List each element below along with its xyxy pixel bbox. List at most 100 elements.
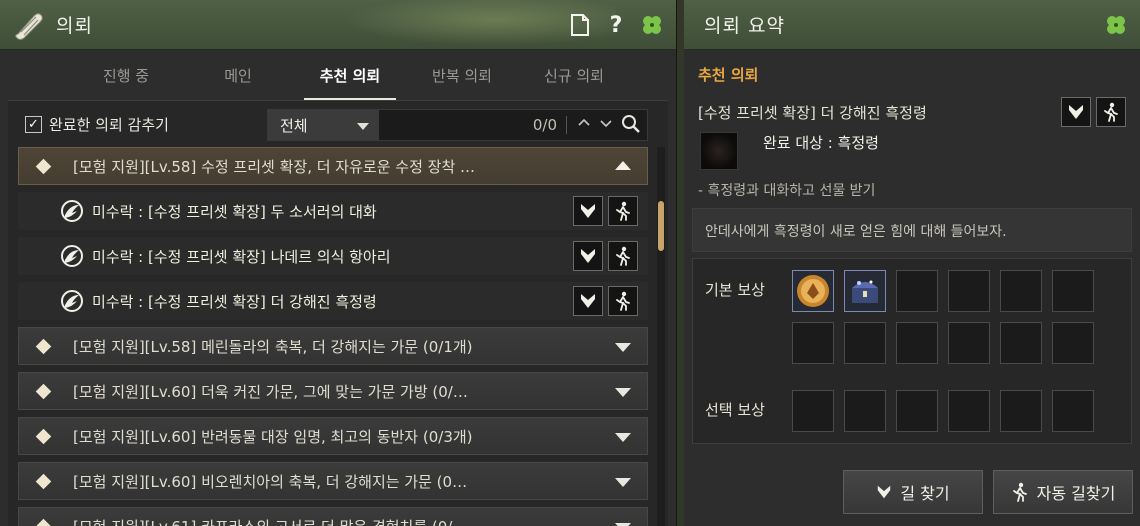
auto-walk-icon[interactable]: [1096, 97, 1126, 127]
quest-group-header[interactable]: [모험 지원][Lv.58] 수정 프리셋 확장, 더 자유로운 수정 장착 …: [18, 147, 648, 185]
expand-icon[interactable]: [615, 388, 631, 397]
caret-down-icon: [357, 123, 369, 130]
treasure-chest-icon[interactable]: [844, 270, 886, 312]
tab-in-progress[interactable]: 진행 중: [70, 50, 182, 100]
waypoint-icon[interactable]: [573, 241, 603, 271]
description-text: 안데사에게 흑정령이 새로 얻은 힘에 대해 들어보자.: [705, 224, 1007, 240]
tab-main[interactable]: 메인: [182, 50, 294, 100]
expand-icon[interactable]: [615, 478, 631, 487]
clover-icon[interactable]: [640, 12, 664, 38]
category-dropdown[interactable]: 전체: [268, 110, 379, 140]
diamond-icon: [35, 383, 52, 399]
reward-slot: [948, 270, 990, 312]
quest-summary-window: 의뢰 요약 추천 의뢰 [수정 프리셋 확장] 더 강해진 흑정령 완료 대상 …: [684, 0, 1140, 526]
quest-group-header[interactable]: [모험 지원][Lv.60] 반려동물 대장 임명, 최고의 동반자 (0/3개…: [18, 417, 648, 455]
divider: [566, 116, 567, 134]
quest-window: 의뢰 ? 진행 중 메인 추천 의뢰 반복 의뢰 신규 의뢰 ✓ 완료한 의뢰 …: [0, 0, 677, 526]
diamond-icon: [35, 158, 52, 174]
reward-slot: [896, 322, 938, 364]
waypoint-icon[interactable]: [1061, 97, 1091, 127]
sub-quest-item[interactable]: 미수락 : [수정 프리셋 확장] 두 소서러의 대화: [18, 192, 648, 230]
quest-description: 안데사에게 흑정령이 새로 얻은 힘에 대해 들어보자.: [692, 208, 1132, 252]
gold-medal-icon[interactable]: [792, 270, 834, 312]
reward-slot: [1052, 270, 1094, 312]
quest-list-panel: ✓ 완료한 의뢰 감추기 전체 0/0 [모험 지원][Lv.58] 수정 프리…: [8, 100, 668, 526]
waypoint-icon[interactable]: [573, 196, 603, 226]
quest-group-title: [모험 지원][Lv.60] 비오렌치아의 축복, 더 강해지는 가문 (0…: [73, 472, 468, 491]
sub-quest-item[interactable]: 미수락 : [수정 프리셋 확장] 더 강해진 흑정령: [18, 282, 648, 320]
quest-list-scrollbar[interactable]: [657, 147, 665, 526]
quest-group-title: [모험 지원][Lv.60] 더욱 커진 가문, 그에 맞는 가문 가방 (0/…: [73, 382, 468, 401]
waypoint-icon[interactable]: [573, 286, 603, 316]
quest-list: [모험 지원][Lv.58] 수정 프리셋 확장, 더 자유로운 수정 장착 ……: [18, 147, 648, 526]
select-reward-slot: [792, 390, 834, 432]
help-icon[interactable]: ?: [604, 12, 628, 38]
search-icon[interactable]: [621, 114, 641, 134]
search-counter: 0/0: [532, 116, 557, 134]
summary-quest-title: [수정 프리셋 확장] 더 강해진 흑정령: [698, 104, 927, 122]
hide-completed-checkbox[interactable]: ✓ 완료한 의뢰 감추기: [25, 114, 169, 135]
dropdown-value: 전체: [280, 116, 308, 135]
chevron-down-icon[interactable]: [599, 116, 613, 134]
reward-slot: [1000, 270, 1042, 312]
collapse-icon[interactable]: [615, 161, 631, 170]
select-reward-label: 선택 보상: [705, 401, 765, 419]
quest-tabs: 진행 중 메인 추천 의뢰 반복 의뢰 신규 의뢰: [0, 50, 676, 100]
hide-completed-label: 완료한 의뢰 감추기: [49, 115, 169, 134]
reward-slot: [896, 270, 938, 312]
auto-walk-icon[interactable]: [608, 286, 638, 316]
black-spirit-icon: [700, 132, 738, 170]
auto-path-button[interactable]: 자동 길찾기: [993, 470, 1133, 514]
quest-window-titlebar[interactable]: 의뢰 ?: [0, 0, 676, 50]
tab-new[interactable]: 신규 의뢰: [518, 50, 630, 100]
reward-slot: [1000, 322, 1042, 364]
unaccepted-quest-icon: [60, 244, 84, 268]
reward-slot: [1052, 322, 1094, 364]
summary-titlebar[interactable]: 의뢰 요약: [684, 0, 1140, 50]
unaccepted-quest-icon: [60, 199, 84, 223]
quest-group-header[interactable]: [모험 지원][Lv.60] 더욱 커진 가문, 그에 맞는 가문 가방 (0/…: [18, 372, 648, 410]
tab-repeat[interactable]: 반복 의뢰: [406, 50, 518, 100]
completion-target: 완료 대상 : 흑정령: [763, 134, 879, 152]
scroll-icon: [12, 8, 46, 42]
filter-row: ✓ 완료한 의뢰 감추기 전체 0/0: [8, 101, 668, 147]
basic-reward-label: 기본 보상: [705, 281, 765, 299]
expand-icon[interactable]: [615, 433, 631, 442]
checkmark-icon: ✓: [25, 115, 42, 133]
clover-icon[interactable]: [1104, 13, 1128, 41]
quest-group-header[interactable]: [모험 지원][Lv.58] 메린돌라의 축복, 더 강해지는 가문 (0/1개…: [18, 327, 648, 365]
sub-quest-item[interactable]: 미수락 : [수정 프리셋 확장] 나데르 의식 항아리: [18, 237, 648, 275]
auto-walk-icon[interactable]: [608, 241, 638, 271]
document-icon[interactable]: [568, 12, 592, 38]
select-reward-slot: [948, 390, 990, 432]
find-path-label: 길 찾기: [900, 484, 950, 503]
reward-slot: [948, 322, 990, 364]
expand-icon[interactable]: [615, 343, 631, 352]
diamond-icon: [35, 518, 52, 526]
quest-group-title: [모험 지원][Lv.61] 카프라스의 고서로 더 많은 경험치를 (0/…: [73, 516, 467, 526]
window-title: 의뢰: [56, 15, 93, 37]
unaccepted-quest-icon: [60, 289, 84, 313]
quest-group-title: [모험 지원][Lv.58] 메린돌라의 축복, 더 강해지는 가문 (0/1개…: [73, 337, 473, 356]
select-reward-slot: [844, 390, 886, 432]
chevron-up-icon[interactable]: [577, 116, 591, 134]
quest-group-title: [모험 지원][Lv.60] 반려동물 대장 임명, 최고의 동반자 (0/3개…: [73, 427, 473, 446]
scroll-thumb[interactable]: [658, 201, 664, 251]
quest-group-header[interactable]: [모험 지원][Lv.61] 카프라스의 고서로 더 많은 경험치를 (0/…: [18, 507, 648, 526]
waypoint-icon: [878, 485, 891, 499]
quest-group-header[interactable]: [모험 지원][Lv.60] 비오렌치아의 축복, 더 강해지는 가문 (0…: [18, 462, 648, 500]
diamond-icon: [35, 428, 52, 444]
tab-recommended[interactable]: 추천 의뢰: [294, 50, 406, 100]
diamond-icon: [35, 473, 52, 489]
section-title: 추천 의뢰: [698, 66, 759, 84]
sub-quest-text: 미수락 : [수정 프리셋 확장] 두 소서러의 대화: [92, 202, 377, 221]
diamond-icon: [35, 338, 52, 354]
reward-slot: [792, 322, 834, 364]
auto-path-label: 자동 길찾기: [1036, 484, 1116, 503]
filter-bar: 전체 0/0: [267, 109, 648, 141]
summary-title: 의뢰 요약: [704, 15, 785, 37]
reward-slot: [844, 322, 886, 364]
auto-walk-icon[interactable]: [608, 196, 638, 226]
find-path-button[interactable]: 길 찾기: [843, 470, 983, 514]
quest-group-title: [모험 지원][Lv.58] 수정 프리셋 확장, 더 자유로운 수정 장착 …: [73, 157, 476, 176]
